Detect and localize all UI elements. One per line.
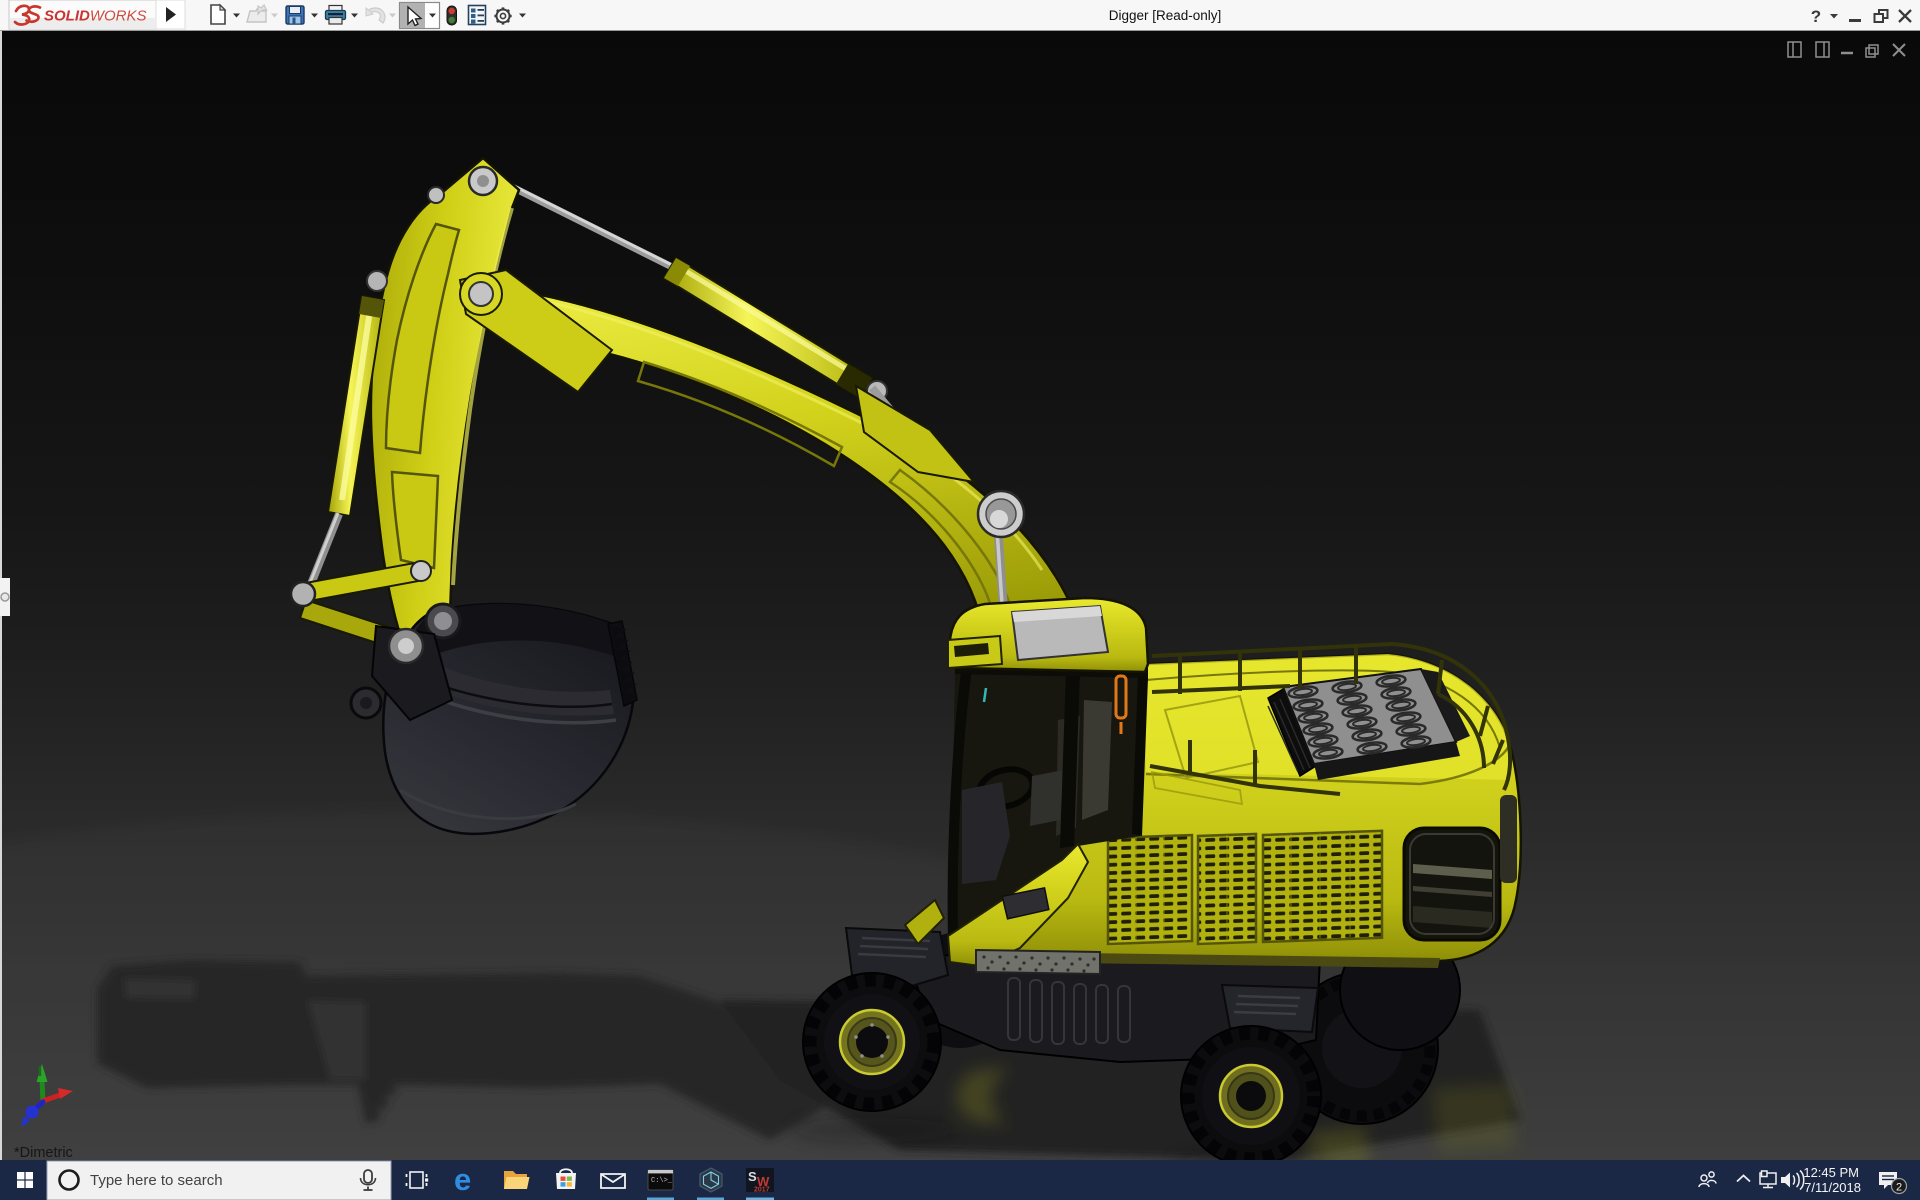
svg-text:*Dimetric: *Dimetric <box>14 1145 73 1160</box>
svg-text:?: ? <box>1811 7 1821 26</box>
svg-text:C:\>_: C:\>_ <box>651 1177 673 1185</box>
svg-text:12:45 PM: 12:45 PM <box>1803 1165 1859 1180</box>
svg-text:e: e <box>454 1162 471 1197</box>
svg-text:2: 2 <box>1896 1182 1902 1194</box>
svg-text:S: S <box>748 1169 757 1184</box>
svg-text:Type here to search: Type here to search <box>90 1172 223 1189</box>
svg-text:2017: 2017 <box>754 1187 770 1194</box>
svg-text:7/11/2018: 7/11/2018 <box>1804 1180 1861 1195</box>
svg-text:SOLIDWORKS: SOLIDWORKS <box>44 8 147 25</box>
svg-text:Digger [Read-only]: Digger [Read-only] <box>1109 8 1222 23</box>
